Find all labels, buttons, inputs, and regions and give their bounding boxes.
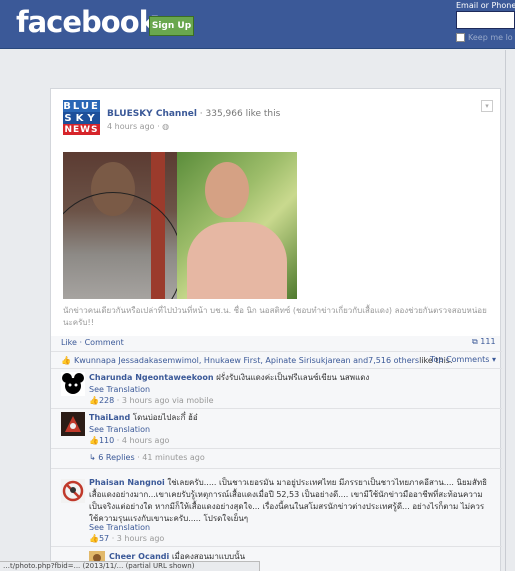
logo-line-3: NEWS [63, 124, 100, 135]
comment-3: Phaisan Nangnoi ใช่เลยครับ..... เป็นชาวเ… [51, 468, 502, 546]
post-menu-button[interactable]: ▾ [481, 100, 493, 112]
post-photo[interactable] [63, 152, 297, 299]
keep-logged-in-label: Keep me lo [468, 33, 513, 42]
likers-names[interactable]: Kwunnapa Jessadakasemwimol, Hnukaew Firs… [74, 356, 368, 365]
comment-1: Charunda Ngeontaweekoon ฝรั่งรับเงินแดงค… [51, 368, 502, 408]
likers-row: 👍 Kwunnapa Jessadakasemwimol, Hnukaew Fi… [51, 351, 502, 368]
reply-arrow-icon: ↳ [89, 453, 96, 462]
see-translation-link[interactable]: See Translation [89, 425, 150, 434]
feedback-section: Like · Comment ⧉ 111 👍 Kwunnapa Jessadak… [50, 336, 502, 571]
comment-meta: 👍110 · 4 hours ago [89, 436, 169, 445]
comment-body: โดนบ่อยไปละกึ๋ ฮ้อ๋ [132, 413, 198, 422]
email-label: Email or Phone [456, 1, 515, 10]
profile-photo-icon [61, 412, 85, 436]
no-sign-icon [61, 479, 85, 503]
comment-like-count[interactable]: 57 [99, 534, 109, 543]
see-translation-link[interactable]: See Translation [89, 523, 150, 532]
comment-body: เมื่อคงสอนมาแบบนั้น [171, 552, 246, 561]
comment-author[interactable]: Cheer Ocandi [109, 552, 169, 561]
logo-line-1: BLUE [63, 100, 100, 112]
thumbs-up-icon: 👍 [89, 534, 99, 543]
replies-link-wrap: ↳ 6 Replies · 41 minutes ago [89, 453, 205, 462]
comment-body: ฝรั่งรับเงินแดงค่ะเป็นฟรีแลนซ์เขียน นสพแ… [216, 373, 370, 382]
comment-like-count[interactable]: 110 [99, 436, 114, 445]
like-link[interactable]: Like [61, 338, 77, 347]
avatar[interactable] [61, 479, 85, 503]
likers-others-link[interactable]: 7,516 others [368, 356, 419, 365]
keep-logged-in[interactable]: Keep me lo [456, 33, 513, 42]
page-avatar[interactable]: BLUE SKY NEWS [63, 100, 100, 135]
share-count-value: 111 [480, 337, 496, 346]
comment-author[interactable]: Charunda Ngeontaweekoon [89, 373, 214, 382]
keep-logged-in-checkbox[interactable] [456, 33, 465, 42]
post-card: BLUE SKY NEWS BLUESKY Channel · 335,966 … [50, 88, 501, 336]
sign-up-button[interactable]: Sign Up [149, 16, 194, 36]
comment-time: · 3 hours ago [109, 534, 165, 543]
photo-right-face [205, 162, 249, 218]
top-bar: facebook Sign Up Email or Phone Keep me … [0, 0, 515, 49]
facebook-logo[interactable]: facebook [16, 5, 158, 39]
thumbs-up-icon: 👍 [89, 396, 99, 405]
comment-link[interactable]: Comment [85, 338, 124, 347]
thumbs-up-icon: 👍 [89, 436, 99, 445]
replies-link[interactable]: 6 Replies [98, 453, 134, 462]
share-count[interactable]: ⧉ 111 [472, 337, 496, 347]
comment-like-count[interactable]: 228 [99, 396, 114, 405]
comment-meta: 👍228 · 3 hours ago via mobile [89, 396, 214, 405]
chevron-down-icon: ▾ [485, 102, 489, 110]
thumbs-up-icon: 👍 [61, 355, 71, 365]
comment-author[interactable]: Phaisan Nangnoi [89, 478, 165, 487]
replies-row: ↳ 6 Replies · 41 minutes ago [51, 448, 502, 468]
logo-line-2: SKY [63, 112, 100, 124]
top-comments-dropdown[interactable]: Top Comments ▾ [430, 355, 496, 364]
photo-left-circle-mark [63, 192, 183, 299]
post-caption: นักข่าวคนเดียวกันหรือเปล่าที่ไปป่วนที่หน… [63, 306, 487, 327]
comment-2: ThaiLand โดนบ่อยไปละกึ๋ ฮ้อ๋ See Transla… [51, 408, 502, 448]
replies-time: · 41 minutes ago [134, 453, 205, 462]
mickey-icon [62, 373, 84, 394]
comment-text: Charunda Ngeontaweekoon ฝรั่งรับเงินแดงค… [89, 372, 369, 384]
see-translation-link[interactable]: See Translation [89, 385, 150, 394]
share-icon: ⧉ [472, 337, 478, 346]
comment-meta: 👍57 · 3 hours ago [89, 534, 164, 543]
browser-status-bar: …t/photo.php?fbid=... (2013/11/... (part… [0, 561, 260, 571]
email-field[interactable] [456, 11, 515, 29]
comment-text: ThaiLand โดนบ่อยไปละกึ๋ ฮ้อ๋ [89, 412, 198, 424]
page-likes: · 335,966 like this [196, 109, 281, 119]
comment-time: · 3 hours ago via mobile [114, 396, 214, 405]
avatar[interactable] [61, 412, 85, 436]
avatar[interactable] [61, 372, 85, 396]
page-name-link[interactable]: BLUESKY Channel [107, 109, 197, 119]
page-name-line: BLUESKY Channel · 335,966 like this [107, 109, 280, 119]
photo-right-shirt [187, 222, 287, 299]
globe-icon: ◍ [162, 122, 170, 131]
post-time-line: 4 hours ago · ◍ [107, 122, 169, 131]
comment-time: · 4 hours ago [114, 436, 170, 445]
post-actions: Like · Comment [61, 338, 124, 347]
photo-right-panel [177, 152, 297, 299]
page-divider [505, 50, 506, 571]
post-time[interactable]: 4 hours ago · [107, 122, 162, 131]
comment-text: Phaisan Nangnoi ใช่เลยครับ..... เป็นชาวเ… [89, 477, 493, 525]
photo-left-panel [63, 152, 183, 299]
comment-author[interactable]: ThaiLand [89, 413, 130, 422]
